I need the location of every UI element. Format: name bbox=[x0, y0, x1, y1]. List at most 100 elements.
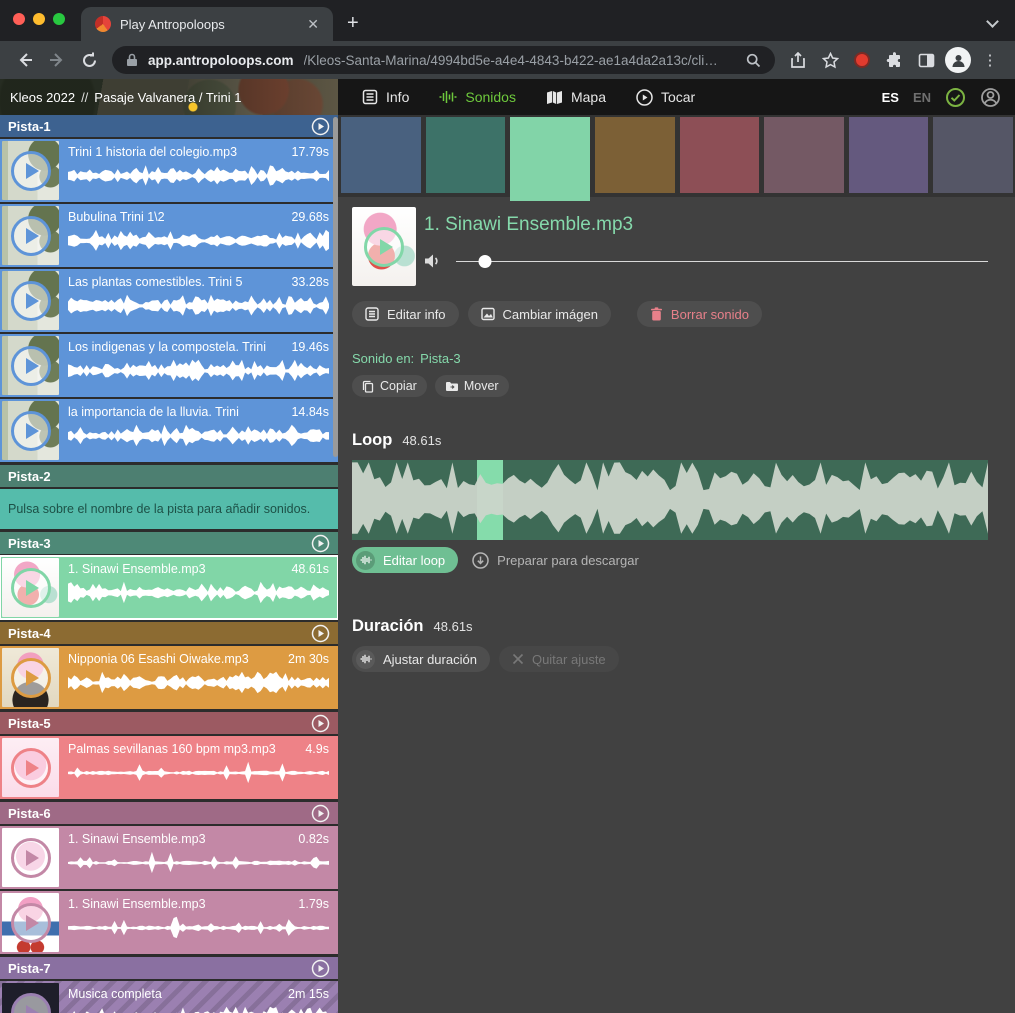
url-host: app.antropoloops.com bbox=[148, 53, 294, 68]
clip-row[interactable]: Nipponia 06 Esashi Oiwake.mp32m 30s bbox=[0, 646, 338, 709]
remove-adjust-button[interactable]: Quitar ajuste bbox=[499, 646, 619, 672]
adjust-duration-button[interactable]: Ajustar duración bbox=[352, 646, 490, 672]
language-es-button[interactable]: ES bbox=[882, 90, 899, 105]
clip-row[interactable]: Musica completa2m 15s bbox=[0, 981, 338, 1013]
record-extension-icon[interactable] bbox=[847, 45, 877, 75]
track-play-button[interactable] bbox=[311, 534, 330, 553]
sound-play-button[interactable] bbox=[364, 227, 404, 267]
tab-search-chevron-icon[interactable] bbox=[970, 13, 1015, 41]
track-swatch-2[interactable] bbox=[426, 117, 506, 193]
profile-avatar[interactable] bbox=[943, 45, 973, 75]
waveform-icon bbox=[360, 555, 372, 565]
clip-play-button[interactable] bbox=[11, 568, 51, 608]
track-header-pista-2[interactable]: Pista-2 bbox=[0, 465, 338, 487]
clip-play-button[interactable] bbox=[11, 838, 51, 878]
clip-waveform bbox=[68, 851, 329, 875]
delete-sound-button[interactable]: Borrar sonido bbox=[637, 301, 762, 327]
nav-item-label: Mapa bbox=[571, 89, 606, 105]
volume-slider[interactable] bbox=[456, 254, 988, 268]
breadcrumb[interactable]: Kleos 2022 // Pasaje Valvanera / Trini 1 bbox=[0, 79, 338, 115]
side-panel-icon[interactable] bbox=[911, 45, 941, 75]
nav-item-sonidos[interactable]: Sonidos bbox=[439, 89, 516, 105]
back-button[interactable] bbox=[10, 45, 40, 75]
clip-row[interactable]: 1. Sinawi Ensemble.mp30.82s bbox=[0, 826, 338, 889]
move-button[interactable]: Mover bbox=[435, 375, 509, 397]
edit-loop-button[interactable]: Editar loop bbox=[352, 547, 458, 573]
track-play-button[interactable] bbox=[311, 624, 330, 643]
clip-row[interactable]: 1. Sinawi Ensemble.mp31.79s bbox=[0, 891, 338, 954]
clip-play-button[interactable] bbox=[11, 346, 51, 386]
track-swatch-4[interactable] bbox=[595, 117, 675, 193]
track-play-button[interactable] bbox=[311, 959, 330, 978]
account-icon[interactable] bbox=[980, 87, 1001, 108]
track-header-pista-6[interactable]: Pista-6 bbox=[0, 802, 338, 824]
track-name: Pista-3 bbox=[8, 536, 311, 551]
sound-location-track-link[interactable]: Pista-3 bbox=[420, 351, 460, 366]
clip-play-button[interactable] bbox=[11, 281, 51, 321]
new-tab-button[interactable]: + bbox=[333, 12, 373, 41]
loop-waveform-editor[interactable] bbox=[352, 460, 988, 540]
track-play-button[interactable] bbox=[311, 117, 330, 136]
clip-row[interactable]: Los indigenas y la compostela. Trini19.4… bbox=[0, 334, 338, 397]
breadcrumb-project[interactable]: Kleos 2022 bbox=[10, 90, 75, 105]
tab-close-icon[interactable]: ✕ bbox=[303, 14, 323, 35]
browser-tab[interactable]: Play Antropoloops ✕ bbox=[81, 7, 333, 41]
clip-play-button[interactable] bbox=[11, 411, 51, 451]
clip-waveform bbox=[68, 294, 329, 318]
clip-duration: 29.68s bbox=[291, 210, 329, 224]
clip-play-button[interactable] bbox=[11, 151, 51, 191]
edit-info-button[interactable]: Editar info bbox=[352, 301, 459, 327]
clip-play-button[interactable] bbox=[11, 993, 51, 1013]
track-swatch-5[interactable] bbox=[680, 117, 760, 193]
clip-row[interactable]: la importancia de la lluvia. Trini14.84s bbox=[0, 399, 338, 462]
clip-row[interactable]: Palmas sevillanas 160 bpm mp3.mp34.9s bbox=[0, 736, 338, 799]
play-triangle-icon bbox=[26, 850, 39, 866]
clip-play-button[interactable] bbox=[11, 216, 51, 256]
track-header-pista-4[interactable]: Pista-4 bbox=[0, 622, 338, 644]
minimize-window-button[interactable] bbox=[33, 13, 45, 25]
clip-row[interactable]: 1. Sinawi Ensemble.mp348.61s bbox=[0, 556, 338, 619]
language-en-button[interactable]: EN bbox=[913, 90, 931, 105]
address-bar[interactable]: app.antropoloops.com/Kleos-Santa-Marina/… bbox=[112, 46, 775, 74]
reload-button[interactable] bbox=[74, 45, 104, 75]
breadcrumb-path[interactable]: Pasaje Valvanera / Trini 1 bbox=[94, 90, 241, 105]
clip-row[interactable]: Trini 1 historia del colegio.mp317.79s bbox=[0, 139, 338, 202]
track-header-pista-1[interactable]: Pista-1 bbox=[0, 115, 338, 137]
browser-menu-icon[interactable]: ⋮ bbox=[975, 45, 1005, 75]
sound-thumbnail[interactable] bbox=[352, 207, 416, 286]
page-zoom-icon[interactable] bbox=[746, 53, 761, 68]
nav-item-tocar[interactable]: Tocar bbox=[636, 89, 695, 106]
track-swatch-8[interactable] bbox=[933, 117, 1013, 193]
track-header-pista-5[interactable]: Pista-5 bbox=[0, 712, 338, 734]
change-image-button[interactable]: Cambiar imágen bbox=[468, 301, 611, 327]
bookmark-star-icon[interactable] bbox=[815, 45, 845, 75]
share-button[interactable] bbox=[783, 45, 813, 75]
nav-item-info[interactable]: Info bbox=[362, 89, 409, 105]
extensions-puzzle-icon[interactable] bbox=[879, 45, 909, 75]
track-swatch-7[interactable] bbox=[849, 117, 929, 193]
clip-play-button[interactable] bbox=[11, 903, 51, 943]
clip-row[interactable]: Bubulina Trini 1\229.68s bbox=[0, 204, 338, 267]
prepare-download-button[interactable]: Preparar para descargar bbox=[472, 552, 639, 569]
track-pista-4: Pista-4Nipponia 06 Esashi Oiwake.mp32m 3… bbox=[0, 622, 338, 709]
track-header-pista-3[interactable]: Pista-3 bbox=[0, 532, 338, 554]
volume-slider-thumb[interactable] bbox=[479, 255, 492, 268]
copy-button[interactable]: Copiar bbox=[352, 375, 427, 397]
speaker-icon[interactable] bbox=[424, 253, 441, 269]
track-swatch-6[interactable] bbox=[764, 117, 844, 193]
clip-row[interactable]: Las plantas comestibles. Trini 533.28s bbox=[0, 269, 338, 332]
play-triangle-icon bbox=[26, 580, 39, 596]
nav-item-mapa[interactable]: Mapa bbox=[546, 89, 606, 105]
track-play-button[interactable] bbox=[311, 804, 330, 823]
forward-button[interactable] bbox=[42, 45, 72, 75]
clip-play-button[interactable] bbox=[11, 658, 51, 698]
clip-play-button[interactable] bbox=[11, 748, 51, 788]
maximize-window-button[interactable] bbox=[53, 13, 65, 25]
sidebar-scrollbar[interactable] bbox=[333, 117, 338, 457]
close-window-button[interactable] bbox=[13, 13, 25, 25]
clip-title: Trini 1 historia del colegio.mp3 bbox=[68, 145, 283, 159]
track-play-button[interactable] bbox=[311, 714, 330, 733]
track-swatch-1[interactable] bbox=[341, 117, 421, 193]
track-header-pista-7[interactable]: Pista-7 bbox=[0, 957, 338, 979]
track-swatch-3[interactable] bbox=[510, 117, 590, 201]
